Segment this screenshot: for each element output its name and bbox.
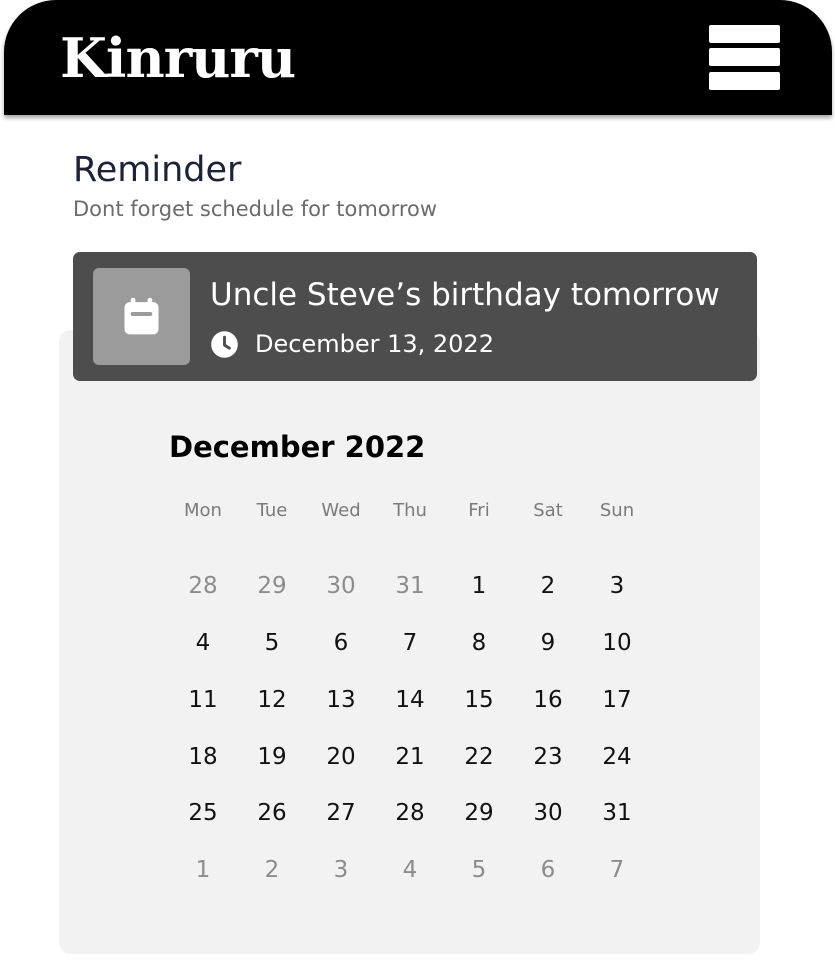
weekday-label-thu: Thu — [393, 500, 427, 521]
weekday-label-mon: Mon — [184, 500, 222, 521]
calendar-day-cell[interactable]: 13 — [311, 680, 371, 720]
calendar-day-cell[interactable]: 24 — [587, 737, 647, 777]
calendar-day-cell[interactable]: 12 — [242, 680, 302, 720]
hamburger-menu-icon[interactable] — [709, 25, 781, 91]
menu-bar — [709, 48, 780, 66]
calendar-day-cell[interactable]: 20 — [311, 737, 371, 777]
calendar-day-cell[interactable]: 8 — [449, 623, 509, 663]
calendar-day-cell[interactable]: 23 — [518, 737, 578, 777]
calendar-day-cell[interactable]: 31 — [587, 793, 647, 833]
menu-bar — [709, 72, 780, 90]
calendar-day-cell[interactable]: 4 — [380, 850, 440, 890]
calendar-day-cell[interactable]: 6 — [311, 623, 371, 663]
calendar-day-cell[interactable]: 2 — [518, 566, 578, 606]
weekday-label-sat: Sat — [533, 500, 563, 521]
calendar-icon — [93, 268, 190, 365]
calendar-month-label: December 2022 — [169, 430, 426, 464]
reminder-card-date: December 13, 2022 — [255, 330, 494, 358]
calendar-day-cell[interactable]: 29 — [449, 793, 509, 833]
calendar-day-cell[interactable]: 30 — [518, 793, 578, 833]
calendar-day-cell[interactable]: 5 — [242, 623, 302, 663]
calendar-day-cell[interactable]: 18 — [173, 737, 233, 777]
calendar-day-cell[interactable]: 9 — [518, 623, 578, 663]
weekday-label-fri: Fri — [468, 500, 490, 521]
calendar-day-cell[interactable]: 5 — [449, 850, 509, 890]
calendar-day-cell[interactable]: 3 — [587, 566, 647, 606]
calendar-day-cell[interactable]: 3 — [311, 850, 371, 890]
calendar-day-cell[interactable]: 15 — [449, 680, 509, 720]
weekday-label-wed: Wed — [321, 500, 361, 521]
calendar-day-cell[interactable]: 10 — [587, 623, 647, 663]
clock-icon — [210, 330, 239, 359]
calendar-day-cell[interactable]: 11 — [173, 680, 233, 720]
calendar-day-cell[interactable]: 7 — [380, 623, 440, 663]
calendar-day-cell[interactable]: 29 — [242, 566, 302, 606]
calendar-day-cell[interactable]: 1 — [173, 850, 233, 890]
calendar-day-cell[interactable]: 2 — [242, 850, 302, 890]
calendar-day-cell[interactable]: 14 — [380, 680, 440, 720]
calendar-day-cell[interactable]: 17 — [587, 680, 647, 720]
reminder-subtitle: Dont forget schedule for tomorrow — [73, 197, 438, 221]
reminder-title: Reminder — [73, 150, 242, 190]
calendar-day-cell[interactable]: 4 — [173, 623, 233, 663]
calendar-day-cell[interactable]: 7 — [587, 850, 647, 890]
reminder-card-date-row: December 13, 2022 — [210, 328, 494, 360]
calendar-day-cell[interactable]: 22 — [449, 737, 509, 777]
app-logo[interactable]: Kinruru — [60, 22, 296, 94]
calendar-day-cell[interactable]: 27 — [311, 793, 371, 833]
menu-bar — [709, 25, 780, 43]
calendar-day-cell[interactable]: 21 — [380, 737, 440, 777]
calendar-day-cell[interactable]: 26 — [242, 793, 302, 833]
weekday-label-tue: Tue — [256, 500, 288, 521]
calendar-day-cell[interactable]: 30 — [311, 566, 371, 606]
calendar-day-cell[interactable]: 16 — [518, 680, 578, 720]
calendar-day-cell[interactable]: 6 — [518, 850, 578, 890]
calendar-day-cell[interactable]: 25 — [173, 793, 233, 833]
reminder-card-title: Uncle Steve’s birthday tomorrow — [210, 277, 720, 313]
app-header: Kinruru — [4, 0, 832, 115]
calendar-day-cell[interactable]: 31 — [380, 566, 440, 606]
calendar-day-cell[interactable]: 28 — [173, 566, 233, 606]
weekday-label-sun: Sun — [599, 500, 635, 521]
calendar-day-cell[interactable]: 28 — [380, 793, 440, 833]
calendar-day-cell[interactable]: 19 — [242, 737, 302, 777]
calendar-day-cell[interactable]: 1 — [449, 566, 509, 606]
reminder-card[interactable]: Uncle Steve’s birthday tomorrow December… — [73, 252, 757, 381]
app-screen: Kinruru Reminder Dont forget schedule fo… — [0, 0, 835, 966]
